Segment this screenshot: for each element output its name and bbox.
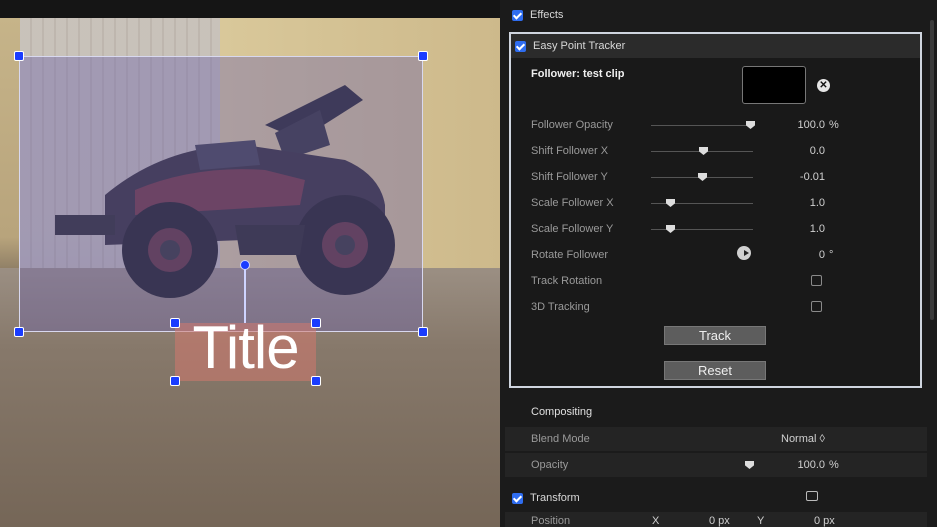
bbox-handle-bottom-right[interactable]: [418, 327, 428, 337]
compositing-section-label: Compositing: [531, 406, 593, 418]
transform-label: Transform: [530, 492, 580, 504]
follower-label: Follower: test clip: [531, 68, 625, 80]
title-text[interactable]: Title: [175, 313, 316, 383]
follower-opacity-label: Follower Opacity: [531, 119, 613, 131]
shift-follower-x-knob[interactable]: [699, 147, 708, 155]
shift-follower-y-label: Shift Follower Y: [531, 171, 608, 183]
position-y-label: Y: [757, 515, 765, 527]
follower-opacity-knob[interactable]: [746, 121, 755, 129]
scale-follower-y-row: Scale Follower Y 1.0: [511, 216, 920, 242]
shift-follower-y-row: Shift Follower Y -0.01: [511, 164, 920, 190]
blend-mode-label: Blend Mode: [531, 433, 590, 445]
title-handle-bottom-right[interactable]: [311, 376, 321, 386]
title-handle-bottom-left[interactable]: [170, 376, 180, 386]
shift-follower-x-value[interactable]: 0.0: [781, 145, 825, 157]
shift-follower-x-label: Shift Follower X: [531, 145, 609, 157]
shift-follower-y-knob[interactable]: [698, 173, 707, 181]
follower-opacity-row: Follower Opacity 100.0 %: [511, 112, 920, 138]
effects-enable-checkbox[interactable]: [512, 9, 523, 21]
rotate-follower-label: Rotate Follower: [531, 249, 609, 261]
position-x-label: X: [652, 515, 660, 527]
clear-follower-icon[interactable]: ✕: [817, 79, 830, 92]
transform-onscreen-toggle-icon[interactable]: [806, 491, 818, 501]
position-y-value[interactable]: 0 px: [814, 515, 835, 527]
scale-follower-x-value[interactable]: 1.0: [781, 197, 825, 209]
opacity-row: Opacity 100.0 %: [505, 453, 927, 477]
track-rotation-label: Track Rotation: [531, 275, 603, 287]
anchor-point-handle[interactable]: [240, 260, 250, 270]
scale-follower-y-knob[interactable]: [666, 225, 675, 233]
easy-point-tracker-effect: Easy Point Tracker Follower: test clip ✕…: [509, 32, 922, 388]
opacity-unit: %: [829, 459, 839, 471]
opacity-label: Opacity: [531, 459, 569, 471]
shift-follower-x-row: Shift Follower X 0.0: [511, 138, 920, 164]
scale-follower-x-label: Scale Follower X: [531, 197, 614, 209]
tracking-region-box[interactable]: [19, 56, 423, 332]
reset-button[interactable]: Reset: [664, 361, 766, 380]
tracker-enable-checkbox[interactable]: [515, 40, 526, 52]
3d-tracking-checkbox[interactable]: [811, 301, 822, 312]
follower-clip-well[interactable]: [742, 66, 806, 104]
blend-mode-row: Blend Mode Normal ◊: [505, 427, 927, 451]
bbox-handle-top-right[interactable]: [418, 51, 428, 61]
position-x-value[interactable]: 0 px: [709, 515, 730, 527]
blend-mode-dropdown[interactable]: Normal ◊: [781, 433, 825, 445]
tracker-header[interactable]: Easy Point Tracker: [511, 34, 920, 58]
title-handle-top-right[interactable]: [311, 318, 321, 328]
position-label: Position: [531, 515, 571, 527]
viewer-top-bar: [0, 0, 500, 18]
follower-opacity-unit: %: [829, 119, 839, 131]
transform-section-header[interactable]: Transform: [500, 485, 937, 511]
bbox-handle-top-left[interactable]: [14, 51, 24, 61]
rotate-follower-value[interactable]: 0: [781, 249, 825, 261]
video-viewer[interactable]: Title: [0, 0, 500, 527]
scale-follower-y-label: Scale Follower Y: [531, 223, 614, 235]
bbox-handle-bottom-left[interactable]: [14, 327, 24, 337]
inspector-scrollbar[interactable]: [930, 20, 934, 320]
effects-label: Effects: [530, 9, 564, 21]
scale-follower-x-row: Scale Follower X 1.0: [511, 190, 920, 216]
effects-section-header[interactable]: Effects: [500, 2, 937, 28]
opacity-knob[interactable]: [745, 461, 754, 469]
3d-tracking-label: 3D Tracking: [531, 301, 590, 313]
follower-opacity-value[interactable]: 100.0: [781, 119, 825, 131]
3d-tracking-row: 3D Tracking: [511, 294, 920, 320]
rotate-follower-unit: °: [829, 249, 834, 261]
follower-opacity-slider[interactable]: [651, 125, 753, 126]
track-button[interactable]: Track: [664, 326, 766, 345]
opacity-value[interactable]: 100.0: [775, 459, 825, 471]
title-handle-top-left[interactable]: [170, 318, 180, 328]
tracker-name: Easy Point Tracker: [533, 40, 626, 52]
rotate-dial-icon[interactable]: [737, 246, 751, 260]
track-rotation-row: Track Rotation: [511, 268, 920, 294]
scale-follower-x-knob[interactable]: [666, 199, 675, 207]
transform-enable-checkbox[interactable]: [512, 492, 523, 504]
scale-follower-y-value[interactable]: 1.0: [781, 223, 825, 235]
rotate-follower-row: Rotate Follower 0 °: [511, 242, 920, 268]
position-row: Position X 0 px Y 0 px: [505, 512, 927, 527]
track-rotation-checkbox[interactable]: [811, 275, 822, 286]
shift-follower-y-value[interactable]: -0.01: [781, 171, 825, 183]
